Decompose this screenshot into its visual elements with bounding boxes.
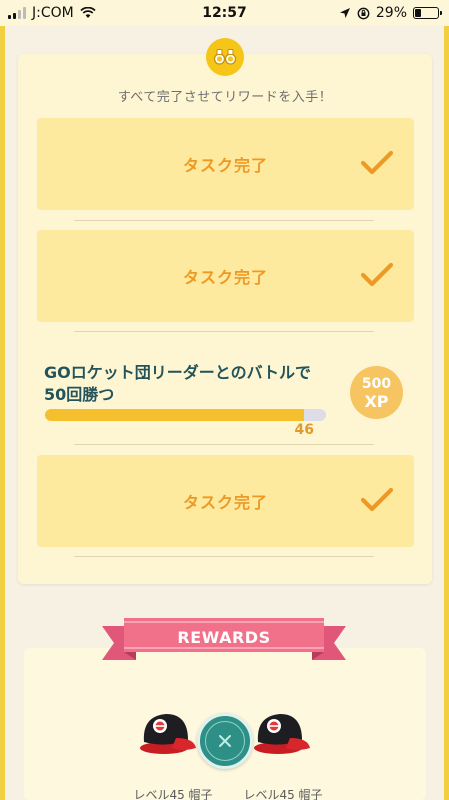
close-button-ring <box>205 721 245 761</box>
frame-edge-right <box>444 0 449 800</box>
reward-item-label: レベル45 帽子 <box>243 788 323 800</box>
binoculars-icon <box>206 38 244 76</box>
battery-percent: 29% <box>375 5 407 21</box>
rewards-banner: REWARDS <box>102 614 346 666</box>
task-divider <box>74 556 374 557</box>
task-divider <box>74 220 374 221</box>
cap-icon <box>254 714 310 754</box>
research-instruction: すべて完了させてリワードを入手！ <box>117 90 333 105</box>
task-label: タスク完了 <box>182 493 268 512</box>
status-bar: J:COM 12:57 29% <box>0 0 449 26</box>
task-label: タスク完了 <box>182 268 268 287</box>
task-divider <box>74 331 374 332</box>
signal-icon <box>8 7 26 19</box>
status-left: J:COM <box>8 5 96 21</box>
active-task-title-line2: 50回勝つ <box>44 385 115 404</box>
status-right: 29% <box>339 5 442 21</box>
checkmark-icon <box>360 150 394 175</box>
wifi-icon <box>80 7 96 18</box>
carrier-label: J:COM <box>32 5 74 21</box>
active-task-title: GOロケット団リーダーとのバトルで 50回勝つ <box>44 362 334 406</box>
xp-unit: XP <box>364 391 389 411</box>
close-button[interactable] <box>197 713 253 769</box>
task-progress-value: 46 <box>294 422 314 438</box>
battery-icon <box>413 7 442 19</box>
checkmark-icon <box>360 487 394 512</box>
xp-amount: 500 <box>361 375 392 392</box>
task-completed-1: タスク完了 <box>37 118 414 210</box>
rewards-banner-label: REWARDS <box>177 628 271 647</box>
task-completed-3: タスク完了 <box>37 455 414 547</box>
cap-icon <box>140 714 196 754</box>
close-icon <box>219 735 231 747</box>
checkmark-icon <box>360 262 394 287</box>
task-progress-bar <box>45 409 326 421</box>
orientation-lock-icon <box>357 7 370 19</box>
location-arrow-icon <box>339 8 350 18</box>
reward-item-label: レベル45 帽子 <box>133 788 213 800</box>
active-task-title-line1: GOロケット団リーダーとのバトルで <box>44 363 312 382</box>
frame-edge-left <box>0 0 5 800</box>
task-label: タスク完了 <box>182 156 268 175</box>
task-completed-2: タスク完了 <box>37 230 414 322</box>
xp-reward-badge: 500 XP <box>350 366 403 419</box>
task-progress-fill <box>45 409 304 421</box>
task-divider <box>74 444 374 445</box>
active-task: GOロケット団リーダーとのバトルで 50回勝つ <box>44 362 334 406</box>
